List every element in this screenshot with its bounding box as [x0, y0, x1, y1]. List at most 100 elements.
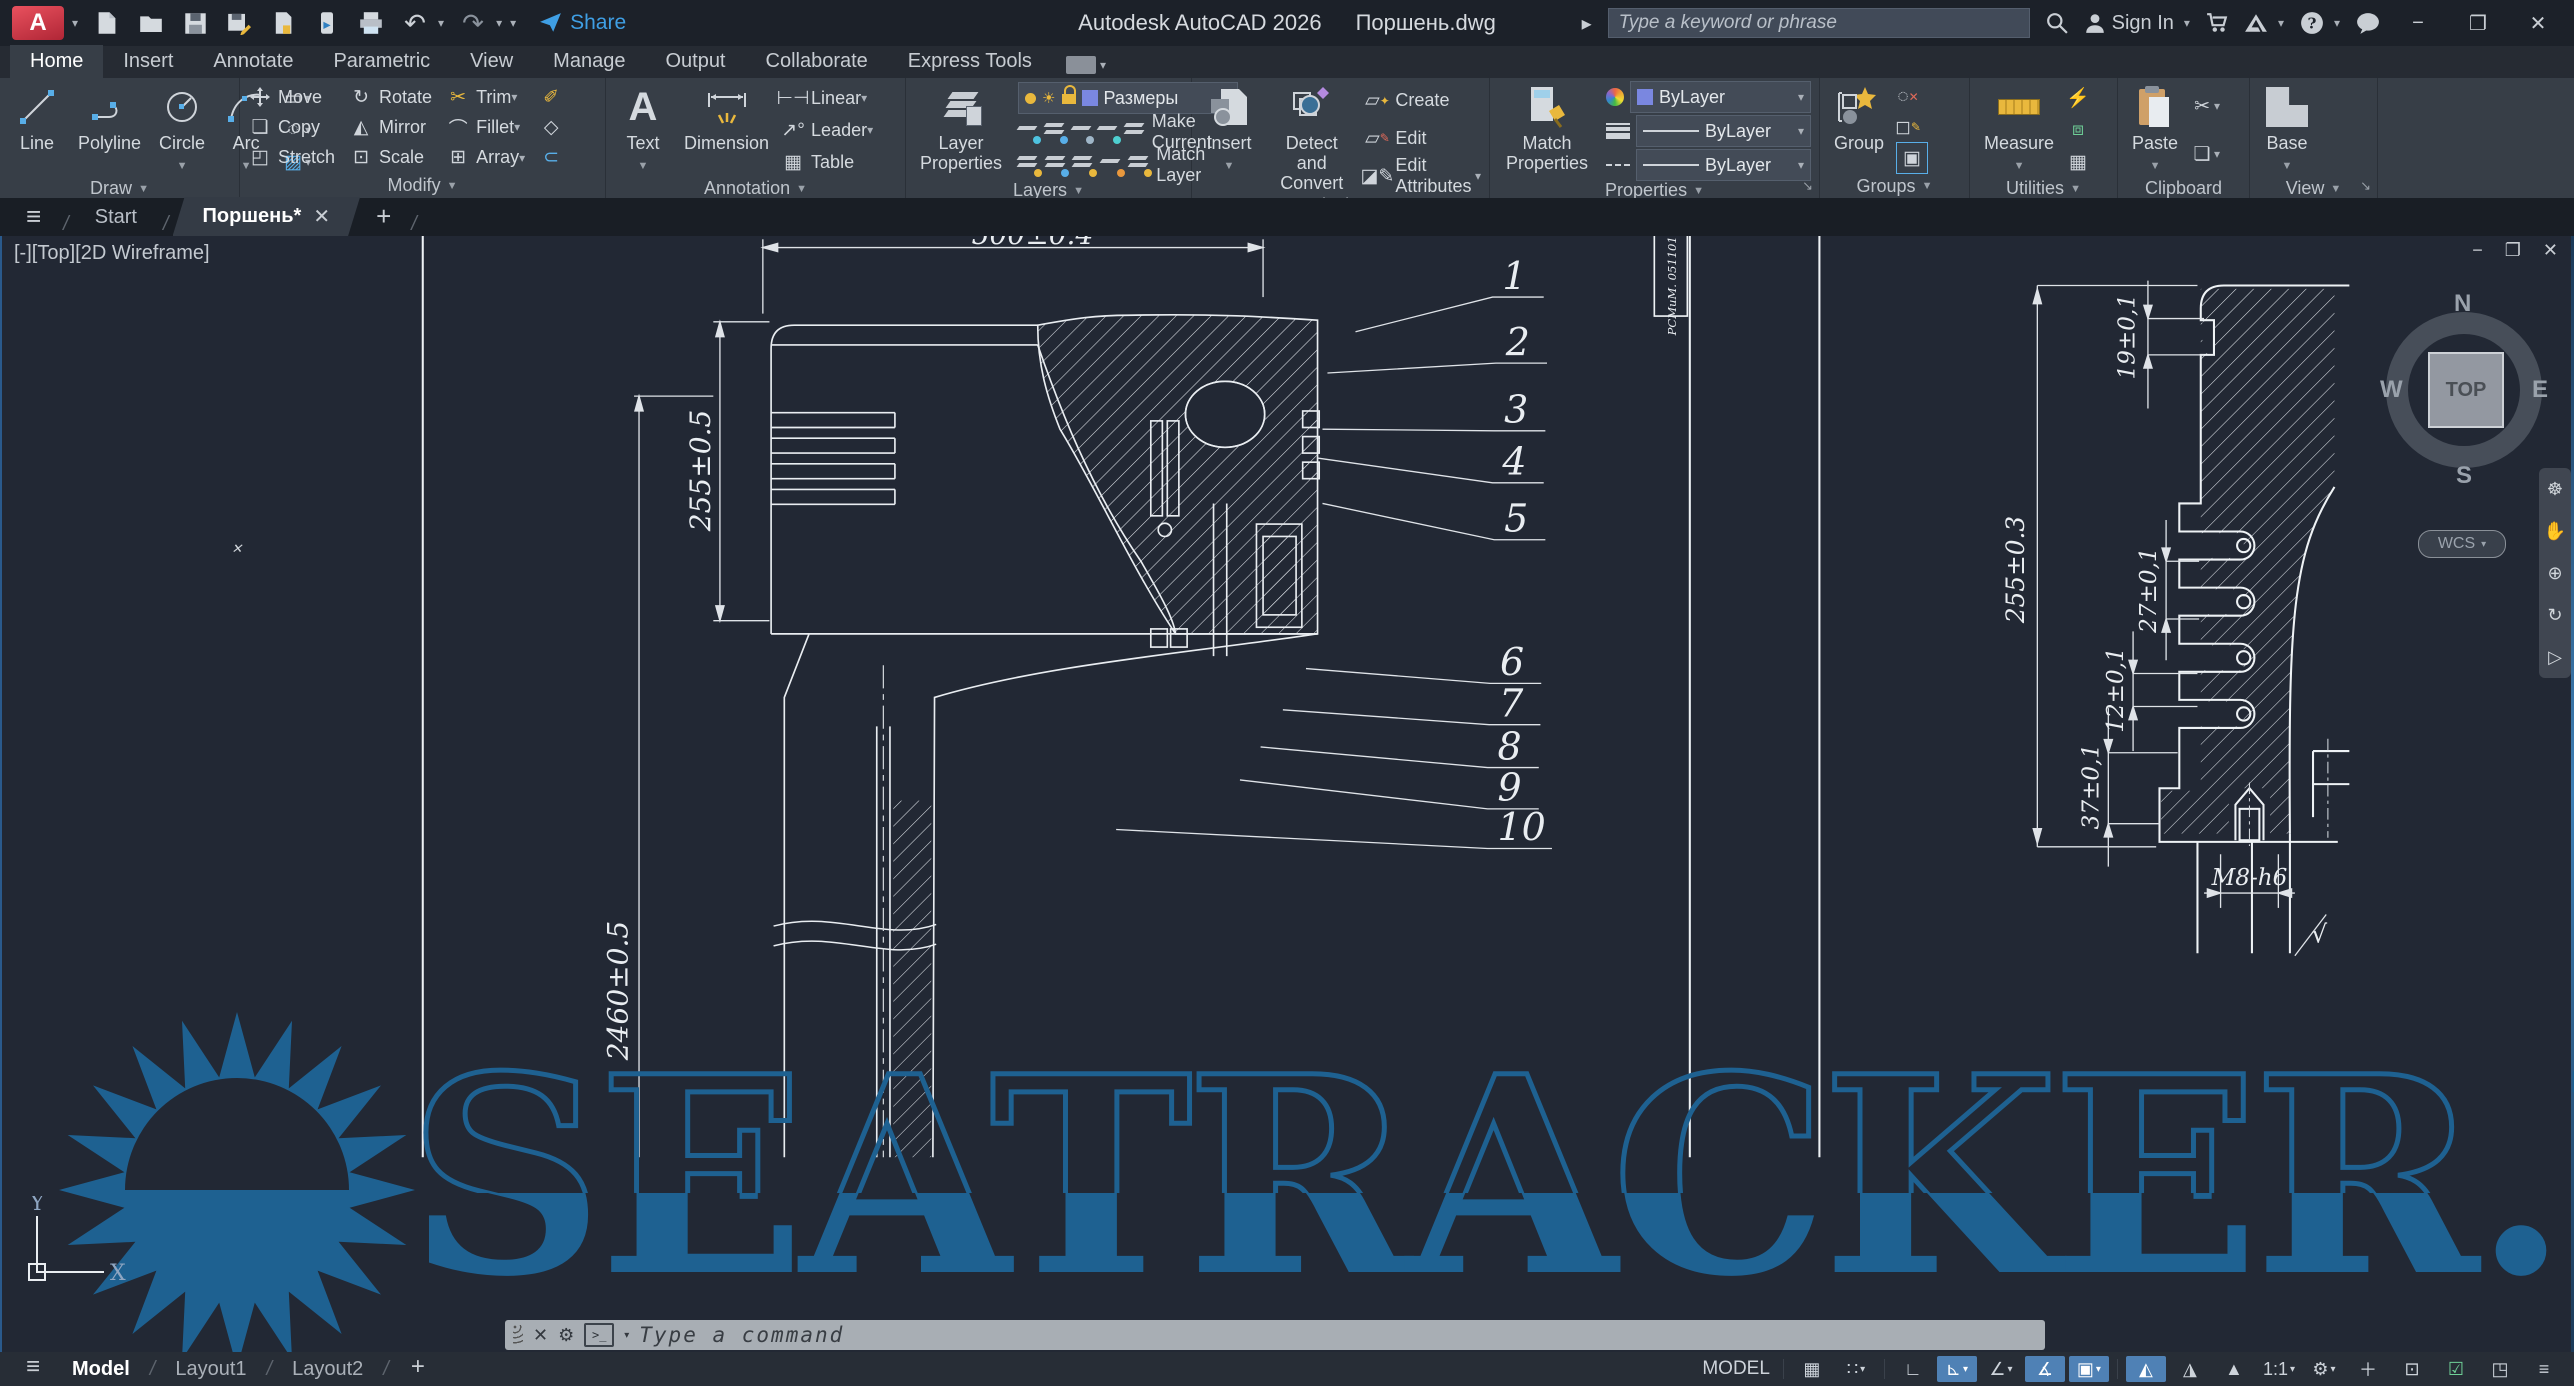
- layer-unlock-button[interactable]: [1101, 155, 1123, 175]
- polar-tracking-toggle[interactable]: ⊾▾: [1937, 1356, 1977, 1382]
- trim-button[interactable]: ✂Trim▾: [446, 82, 525, 112]
- drawing-canvas[interactable]: [-][Top][2D Wireframe] − ❐ ✕ ✕: [0, 236, 2574, 1352]
- orbit-icon[interactable]: ↻: [2547, 605, 2562, 626]
- feedback-balloon-icon[interactable]: [2356, 12, 2380, 34]
- circle-button[interactable]: Circle▼: [153, 82, 211, 178]
- annotation-visibility-toggle[interactable]: ◭: [2126, 1356, 2166, 1382]
- viewcube-east[interactable]: E: [2532, 376, 2548, 404]
- ungroup-button[interactable]: ◌✕: [1896, 82, 1928, 112]
- ribbon-tab-express-tools[interactable]: Express Tools: [888, 45, 1052, 78]
- dimension-button[interactable]: Dimension: [678, 82, 775, 178]
- workspace-switching-button[interactable]: ⚙▾: [2304, 1356, 2344, 1382]
- group-button[interactable]: Group: [1828, 82, 1890, 174]
- open-from-mobile-icon[interactable]: [312, 10, 342, 36]
- autocad-app-icon[interactable]: A: [12, 6, 64, 40]
- graphics-performance-button[interactable]: ☑: [2436, 1356, 2476, 1382]
- panel-title-utilities[interactable]: Utilities▼: [1970, 178, 2117, 199]
- viewport-minimize-icon[interactable]: −: [2472, 240, 2483, 261]
- panel-title-draw[interactable]: Draw▼: [0, 178, 239, 199]
- command-line-grip[interactable]: [513, 1325, 523, 1345]
- annotation-scale-button[interactable]: ▲: [2214, 1356, 2254, 1382]
- lineweight-select[interactable]: ByLayer▾: [1636, 115, 1811, 147]
- annotation-scale-value[interactable]: 1:1▾: [2258, 1356, 2300, 1382]
- measure-caret-icon[interactable]: ▼: [2014, 156, 2025, 176]
- grid-display-toggle[interactable]: ▦: [1792, 1356, 1832, 1382]
- copy-clip-button[interactable]: ❏▾: [2190, 139, 2220, 169]
- ribbon-tab-manage[interactable]: Manage: [533, 45, 645, 78]
- command-line-bar[interactable]: ✕ ⚙ >_ ▾ Type a command: [505, 1320, 2045, 1350]
- undo-icon[interactable]: ↶: [400, 10, 430, 36]
- group-edit-button[interactable]: ◻✎: [1896, 112, 1928, 142]
- table-button[interactable]: ▦Table: [781, 147, 873, 177]
- array-button[interactable]: ⊞Array▾: [446, 143, 525, 173]
- polyline-button[interactable]: Polyline: [72, 82, 147, 178]
- insert-block-button[interactable]: Insert▼: [1200, 82, 1258, 195]
- file-tab-close-icon[interactable]: ✕: [313, 204, 330, 229]
- undo-caret-icon[interactable]: ▾: [438, 16, 444, 30]
- showmotion-icon[interactable]: ▷: [2548, 647, 2562, 668]
- panel-title-view[interactable]: View▼: [2250, 178, 2377, 199]
- app-menu-caret-icon[interactable]: ▾: [72, 16, 78, 30]
- match-properties-button[interactable]: Match Properties: [1498, 82, 1596, 180]
- file-tabs-menu-icon[interactable]: ≡: [0, 201, 59, 236]
- ribbon-display-toggle[interactable]: [1066, 56, 1096, 74]
- base-view-button[interactable]: Base▼: [2258, 82, 2316, 178]
- move-button[interactable]: Move: [248, 82, 335, 112]
- autodesk-caret-icon[interactable]: ▾: [2278, 16, 2284, 30]
- paste-button[interactable]: Paste▼: [2126, 82, 2184, 178]
- ribbon-display-caret-icon[interactable]: ▾: [1100, 58, 1106, 72]
- app-store-cart-icon[interactable]: [2206, 13, 2228, 33]
- window-close-button[interactable]: ✕: [2516, 11, 2560, 36]
- file-tab-drawing[interactable]: Поршень* ✕: [173, 197, 361, 236]
- measure-button[interactable]: Measure▼: [1978, 82, 2060, 178]
- file-tab-start[interactable]: Start: [73, 199, 159, 236]
- customize-qat-caret-icon[interactable]: ▾: [510, 16, 516, 30]
- object-snap-tracking-toggle[interactable]: ∡: [2025, 1356, 2065, 1382]
- plot-printer-icon[interactable]: [356, 10, 386, 36]
- line-button[interactable]: Line: [8, 82, 66, 178]
- viewport-controls-label[interactable]: [-][Top][2D Wireframe]: [14, 242, 210, 265]
- viewcube-north[interactable]: N: [2454, 290, 2471, 318]
- command-customize-wrench-icon[interactable]: ⚙: [558, 1325, 574, 1346]
- cut-button[interactable]: ✂▾: [2190, 91, 2220, 121]
- tab-layout1[interactable]: Layout1: [161, 1358, 260, 1381]
- linear-dimension-button[interactable]: ⊢⊣Linear▾: [781, 83, 873, 113]
- layer-isolate-button[interactable]: [1045, 122, 1066, 142]
- viewcube-west[interactable]: W: [2380, 376, 2403, 404]
- tab-layout2[interactable]: Layout2: [278, 1358, 377, 1381]
- text-button[interactable]: A Text▼: [614, 82, 672, 178]
- wcs-dropdown[interactable]: WCS ▾: [2418, 530, 2506, 558]
- view-launcher-icon[interactable]: ↘: [2360, 178, 2371, 194]
- base-caret-icon[interactable]: ▼: [2282, 156, 2293, 176]
- tab-model[interactable]: Model: [58, 1358, 144, 1381]
- clean-screen-button[interactable]: ◳: [2480, 1356, 2520, 1382]
- properties-launcher-icon[interactable]: ↘: [1802, 178, 1813, 194]
- offset-button[interactable]: ⊂: [539, 143, 563, 173]
- copy-button[interactable]: ❏Copy: [248, 112, 335, 142]
- command-input[interactable]: Type a command: [639, 1323, 2037, 1347]
- account-caret-icon[interactable]: ▾: [2184, 16, 2190, 30]
- isolate-objects-button[interactable]: ⊡: [2392, 1356, 2432, 1382]
- annotation-monitor-button[interactable]: ＋: [2348, 1356, 2388, 1382]
- ribbon-tab-annotate[interactable]: Annotate: [193, 45, 313, 78]
- new-file-icon[interactable]: [92, 10, 122, 36]
- select-window-button[interactable]: ⧈: [2066, 115, 2090, 145]
- insert-caret-icon[interactable]: ▼: [1224, 156, 1235, 176]
- quick-select-button[interactable]: ⚡: [2066, 83, 2090, 113]
- edit-block-button[interactable]: ▱✎Edit: [1365, 123, 1481, 153]
- detect-convert-button[interactable]: Detect and Convert: [1268, 82, 1355, 195]
- layer-lock-button[interactable]: [1098, 122, 1119, 142]
- viewport-close-icon[interactable]: ✕: [2543, 240, 2558, 261]
- customization-button[interactable]: ≡: [2524, 1356, 2564, 1382]
- layer-properties-button[interactable]: Layer Properties: [914, 82, 1008, 180]
- new-drawing-tab-button[interactable]: +: [360, 201, 407, 236]
- window-minimize-button[interactable]: −: [2396, 12, 2440, 35]
- save-to-mobile-icon[interactable]: [268, 10, 298, 36]
- open-folder-icon[interactable]: [136, 10, 166, 36]
- isometric-drafting-toggle[interactable]: ∠▾: [1981, 1356, 2021, 1382]
- object-color-select[interactable]: ByLayer▾: [1630, 81, 1811, 113]
- panel-title-clipboard[interactable]: Clipboard: [2118, 178, 2249, 199]
- quick-calculator-button[interactable]: ▦: [2066, 147, 2090, 177]
- stretch-button[interactable]: ◰Stretch: [248, 143, 335, 173]
- new-layout-button[interactable]: +: [395, 1353, 441, 1385]
